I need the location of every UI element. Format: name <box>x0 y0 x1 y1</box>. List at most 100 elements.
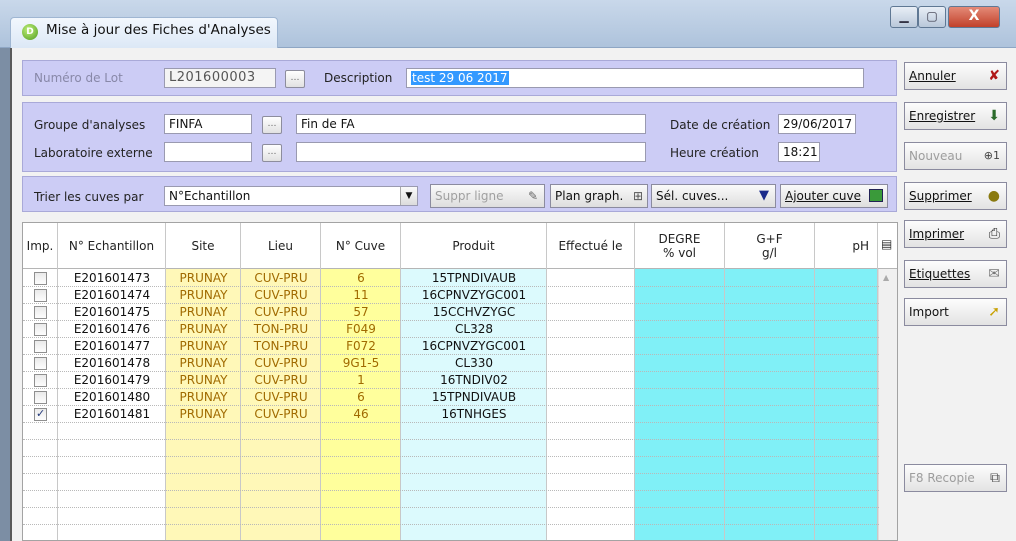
labo-lookup-button[interactable]: … <box>262 144 282 162</box>
imprimer-button[interactable]: Imprimer ⎙ <box>904 220 1007 248</box>
header-gf[interactable]: G+F g/l <box>725 223 815 269</box>
cell-site[interactable]: PRUNAY <box>166 406 241 423</box>
header-lieu[interactable]: Lieu <box>241 223 321 269</box>
groupe-name-field[interactable]: Fin de FA <box>296 114 646 134</box>
cell-echantillon[interactable]: E201601479 <box>58 372 166 389</box>
lot-lookup-button[interactable]: … <box>285 70 305 88</box>
table-row[interactable]: E201601476 PRUNAY TON-PRU F049 CL328 <box>23 321 878 338</box>
cell-site[interactable]: PRUNAY <box>166 338 241 355</box>
cell-echantillon[interactable]: E201601475 <box>58 304 166 321</box>
cell-echantillon[interactable]: E201601473 <box>58 270 166 287</box>
cell-echantillon[interactable]: E201601474 <box>58 287 166 304</box>
heure-creation-field[interactable]: 18:21 <box>778 142 820 162</box>
imp-checkbox[interactable] <box>34 374 47 387</box>
cell-cuve[interactable]: 57 <box>321 304 401 321</box>
cell-cuve[interactable]: 6 <box>321 389 401 406</box>
cell-echantillon[interactable]: E201601478 <box>58 355 166 372</box>
f8-recopie-button[interactable]: F8 Recopie ⧉ <box>904 464 1007 492</box>
header-produit[interactable]: Produit <box>401 223 547 269</box>
cell-cuve[interactable]: 46 <box>321 406 401 423</box>
cell-cuve[interactable]: 1 <box>321 372 401 389</box>
cell-produit[interactable]: 15TPNDIVAUB <box>401 389 547 406</box>
cell-produit[interactable]: 16CPNVZYGC001 <box>401 287 547 304</box>
cell-site[interactable]: PRUNAY <box>166 389 241 406</box>
annuler-button[interactable]: Annuler ✘ <box>904 62 1007 90</box>
header-site[interactable]: Site <box>166 223 241 269</box>
imp-checkbox[interactable] <box>34 289 47 302</box>
header-degre[interactable]: DEGRE% vol <box>635 223 725 269</box>
cell-produit[interactable]: 16CPNVZYGC001 <box>401 338 547 355</box>
cell-lieu[interactable]: CUV-PRU <box>241 270 321 287</box>
groupe-lookup-button[interactable]: … <box>262 116 282 134</box>
cell-site[interactable]: PRUNAY <box>166 372 241 389</box>
table-row[interactable]: E201601478 PRUNAY CUV-PRU 9G1-5 CL330 <box>23 355 878 372</box>
header-cuve[interactable]: N° Cuve <box>321 223 401 269</box>
table-row[interactable]: E201601481PRUNAYCUV-PRU4616TNHGES <box>23 406 878 423</box>
table-row[interactable]: E201601479 PRUNAY CUV-PRU 1 16TNDIV02 <box>23 372 878 389</box>
close-button[interactable]: X <box>948 6 1000 28</box>
imp-checkbox[interactable] <box>34 306 47 319</box>
header-effectue[interactable]: Effectué le <box>547 223 635 269</box>
maximize-button[interactable]: ▢ <box>918 6 946 28</box>
date-creation-field[interactable]: 29/06/2017 <box>778 114 856 134</box>
ajouter-cuve-button[interactable]: Ajouter cuve <box>780 184 888 208</box>
table-row[interactable]: E201601473 PRUNAY CUV-PRU 6 15TPNDIVAUB <box>23 270 878 287</box>
cell-lieu[interactable]: TON-PRU <box>241 321 321 338</box>
groupe-code-input[interactable]: FINFA <box>164 114 252 134</box>
supprimer-button[interactable]: Supprimer ● <box>904 182 1007 210</box>
cell-site[interactable]: PRUNAY <box>166 321 241 338</box>
imp-checkbox[interactable] <box>34 272 47 285</box>
header-echantillon[interactable]: N° Echantillon <box>58 223 166 269</box>
sel-cuves-button[interactable]: Sél. cuves... ▼ <box>651 184 776 208</box>
nouveau-button[interactable]: Nouveau ⊕1 <box>904 142 1007 170</box>
column-settings-icon[interactable]: ▤ <box>881 237 895 253</box>
cell-lieu[interactable]: CUV-PRU <box>241 304 321 321</box>
scroll-up-icon[interactable]: ▲ <box>883 273 889 282</box>
cell-produit[interactable]: 16TNDIV02 <box>401 372 547 389</box>
cell-cuve[interactable]: 6 <box>321 270 401 287</box>
table-row[interactable]: E201601480 PRUNAY CUV-PRU 6 15TPNDIVAUB <box>23 389 878 406</box>
cell-lieu[interactable]: CUV-PRU <box>241 406 321 423</box>
cell-lieu[interactable]: CUV-PRU <box>241 372 321 389</box>
cell-echantillon[interactable]: E201601481 <box>58 406 166 423</box>
cell-lieu[interactable]: CUV-PRU <box>241 287 321 304</box>
minimize-button[interactable]: ▁ <box>890 6 918 28</box>
cell-site[interactable]: PRUNAY <box>166 270 241 287</box>
cell-cuve[interactable]: 9G1-5 <box>321 355 401 372</box>
description-input[interactable]: test 29 06 2017 <box>406 68 864 88</box>
labo-code-input[interactable] <box>164 142 252 162</box>
cell-produit[interactable]: 15CCHVZYGC <box>401 304 547 321</box>
imp-checkbox[interactable] <box>34 323 47 336</box>
enregistrer-button[interactable]: Enregistrer ⬇ <box>904 102 1007 130</box>
sort-select[interactable]: N°Echantillon <box>164 186 418 206</box>
header-ph[interactable]: pH <box>815 223 878 269</box>
cell-lieu[interactable]: CUV-PRU <box>241 389 321 406</box>
table-row[interactable]: E201601475 PRUNAY CUV-PRU 57 15CCHVZYGC <box>23 304 878 321</box>
cell-site[interactable]: PRUNAY <box>166 287 241 304</box>
cell-produit[interactable]: CL330 <box>401 355 547 372</box>
table-row[interactable]: E201601474 PRUNAY CUV-PRU 11 16CPNVZYGC001 <box>23 287 878 304</box>
cell-lieu[interactable]: CUV-PRU <box>241 355 321 372</box>
imp-checkbox[interactable] <box>34 357 47 370</box>
imp-checkbox[interactable] <box>34 391 47 404</box>
cell-echantillon[interactable]: E201601476 <box>58 321 166 338</box>
cell-cuve[interactable]: F049 <box>321 321 401 338</box>
cell-site[interactable]: PRUNAY <box>166 304 241 321</box>
cell-echantillon[interactable]: E201601477 <box>58 338 166 355</box>
plan-graph-button[interactable]: Plan graph. ⊞ <box>550 184 648 208</box>
cell-produit[interactable]: 16TNHGES <box>401 406 547 423</box>
lot-number-field[interactable]: L201600003 <box>164 68 276 88</box>
cell-cuve[interactable]: F072 <box>321 338 401 355</box>
vertical-scrollbar[interactable]: ▲ <box>878 269 897 540</box>
header-imp[interactable]: Imp. <box>23 223 58 269</box>
labo-name-field[interactable] <box>296 142 646 162</box>
cell-echantillon[interactable]: E201601480 <box>58 389 166 406</box>
suppr-ligne-button[interactable]: Suppr ligne ✎ <box>430 184 545 208</box>
cell-lieu[interactable]: TON-PRU <box>241 338 321 355</box>
import-button[interactable]: Import ➚ <box>904 298 1007 326</box>
cell-site[interactable]: PRUNAY <box>166 355 241 372</box>
dropdown-arrow-icon[interactable]: ▼ <box>400 187 417 205</box>
cell-cuve[interactable]: 11 <box>321 287 401 304</box>
cell-produit[interactable]: 15TPNDIVAUB <box>401 270 547 287</box>
imp-checkbox[interactable] <box>34 407 47 421</box>
